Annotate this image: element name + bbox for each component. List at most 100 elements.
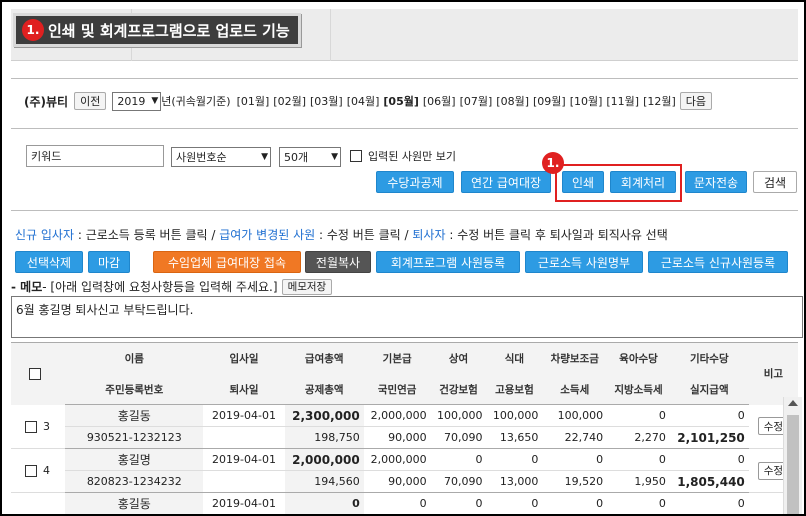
divider <box>11 128 798 129</box>
chevron-down-icon: ▼ <box>331 152 338 162</box>
month-link-03[interactable]: [03월] <box>310 95 343 108</box>
keyword-input[interactable]: 키워드 <box>26 145 164 167</box>
payroll-table: 이름 입사일 급여총액 기본급 상여 식대 차량보조금 육아수당 기타수당 비고… <box>11 342 798 514</box>
allowance-button[interactable]: 수당과공제 <box>376 171 454 193</box>
col-header: 급여총액 <box>284 342 364 375</box>
month-link-04[interactable]: [04월] <box>347 95 380 108</box>
row-checkbox[interactable] <box>25 420 37 433</box>
car-allowance: 0 <box>542 492 608 514</box>
gross-pay: 2,000,000 <box>284 448 364 471</box>
select-all-checkbox[interactable] <box>29 367 42 380</box>
scrollbar-thumb[interactable] <box>787 415 799 514</box>
yearly-ledger-button[interactable]: 연간 급여대장 <box>461 171 551 193</box>
banner-title: 인쇄 및 회계프로그램으로 업로드 기능 <box>48 21 290 40</box>
col-header: 주민등록번호 <box>65 374 204 405</box>
col-header: 비고 <box>748 342 798 405</box>
register-new-button[interactable]: 근로소득 신규사원등록 <box>648 251 788 273</box>
period-row: (주)뷰티 이전 2019 ▼ 년(귀속월기준) [01월] [02월] [03월]… <box>24 91 713 111</box>
prev-button[interactable]: 이전 <box>74 92 107 110</box>
col-header: 소득세 <box>542 374 608 405</box>
count-select[interactable]: 50개 ▼ <box>279 147 341 167</box>
child-allowance: 0 <box>607 404 670 427</box>
table-row: 820823-1234232 194,560 90,000 70,090 13,… <box>11 470 798 493</box>
health-insurance: 70,090 <box>430 426 487 449</box>
chevron-down-icon: ▼ <box>261 152 268 162</box>
col-header: 육아수당 <box>607 342 670 375</box>
memo-hint: - [아래 입력창에 요청사항등을 입력해 주세요.] <box>42 280 278 294</box>
month-link-09[interactable]: [09월] <box>533 95 566 108</box>
chevron-down-icon: ▼ <box>151 96 159 106</box>
employee-name: 홍길동 <box>65 404 204 427</box>
month-link-06[interactable]: [06월] <box>423 95 456 108</box>
filter-checkbox-label: 입력된 사원만 보기 <box>368 150 456 163</box>
scroll-up-icon[interactable] <box>788 400 798 406</box>
bonus: 100,000 <box>430 404 487 427</box>
col-header: 실지급액 <box>669 374 749 405</box>
memo-header: - 메모 - [아래 입력창에 요청사항등을 입력해 주세요.] 메모저장 <box>11 278 333 295</box>
delete-selected-button[interactable]: 선택삭제 <box>15 251 83 273</box>
company-name: (주)뷰티 <box>24 94 69 109</box>
memo-title: - 메모 <box>11 280 43 294</box>
year-select[interactable]: 2019 ▼ <box>112 91 162 111</box>
annotation-number: 1. <box>542 152 564 174</box>
meal: 0 <box>486 448 543 471</box>
col-header: 퇴사일 <box>203 374 285 405</box>
sort-select[interactable]: 사원번호순 ▼ <box>171 147 271 167</box>
col-header: 건강보험 <box>430 374 487 405</box>
month-link-01[interactable]: [01월] <box>237 95 270 108</box>
month-link-05[interactable]: [05월] <box>383 95 418 108</box>
month-link-10[interactable]: [10월] <box>570 95 603 108</box>
col-header: 지방소득세 <box>607 374 670 405</box>
income-tax: 19,520 <box>542 470 608 493</box>
month-link-12[interactable]: [12월] <box>643 95 676 108</box>
row-number: 4 <box>43 464 50 477</box>
memo-save-button[interactable]: 메모저장 <box>281 278 333 295</box>
sort-value: 사원번호순 <box>176 151 227 164</box>
keyword-value: 키워드 <box>31 150 62 163</box>
month-link-02[interactable]: [02월] <box>273 95 306 108</box>
income-tax: 22,740 <box>542 426 608 449</box>
join-date: 2019-04-01 <box>203 492 285 514</box>
divider <box>11 210 798 211</box>
next-button[interactable]: 다음 <box>679 92 713 110</box>
table-row: 홍길동 2019-04-01 0 0 0 0 0 0 0 <box>11 492 798 514</box>
info-changed: 급여가 변경된 사원 <box>219 228 316 242</box>
close-button[interactable]: 마감 <box>88 251 130 273</box>
month-link-08[interactable]: [08월] <box>496 95 529 108</box>
sms-button[interactable]: 문자전송 <box>685 171 747 193</box>
child-allowance: 0 <box>607 448 670 471</box>
employee-list-button[interactable]: 근로소득 사원명부 <box>525 251 643 273</box>
row-select-cell: 3 <box>11 404 66 449</box>
etc-allowance: 0 <box>669 492 749 514</box>
pension: 90,000 <box>363 470 431 493</box>
car-allowance: 100,000 <box>542 404 608 427</box>
month-link-07[interactable]: [07월] <box>460 95 493 108</box>
local-tax: 1,950 <box>607 470 670 493</box>
search-button[interactable]: 검색 <box>753 171 797 193</box>
title-banner: 1. 인쇄 및 회계프로그램으로 업로드 기능 <box>13 13 301 47</box>
filter-checkbox-row[interactable]: 입력된 사원만 보기 <box>350 148 456 164</box>
col-header: 기본급 <box>363 342 431 375</box>
leave-date <box>203 426 285 449</box>
register-account-button[interactable]: 회계프로그램 사원등록 <box>376 251 520 273</box>
local-tax: 2,270 <box>607 426 670 449</box>
import-ledger-button[interactable]: 수임업체 급여대장 접속 <box>153 251 301 273</box>
bonus: 0 <box>430 492 487 514</box>
row-checkbox[interactable] <box>25 465 37 477</box>
employee-name: 홍길동 <box>65 492 204 514</box>
join-date: 2019-04-01 <box>203 404 285 427</box>
table-row: 3 홍길동 2019-04-01 2,300,000 2,000,000 100… <box>11 404 798 449</box>
col-header: 공제총액 <box>284 374 364 405</box>
month-link-11[interactable]: [11월] <box>606 95 639 108</box>
step-badge: 1. <box>22 19 44 41</box>
resident-number: 930521-1232123 <box>65 426 204 449</box>
copy-prev-month-button[interactable]: 전월복사 <box>305 251 371 273</box>
net-pay: 2,101,250 <box>669 426 749 449</box>
memo-textarea[interactable]: 6월 홍길명 퇴사신고 부탁드립니다. <box>11 296 803 338</box>
vertical-scrollbar[interactable] <box>783 397 802 514</box>
etc-allowance: 0 <box>669 404 749 427</box>
annotation-badge: 1. <box>542 152 568 174</box>
filter-checkbox[interactable] <box>350 150 362 162</box>
col-header: 기타수당 <box>669 342 749 375</box>
total-deduction: 194,560 <box>284 470 364 493</box>
